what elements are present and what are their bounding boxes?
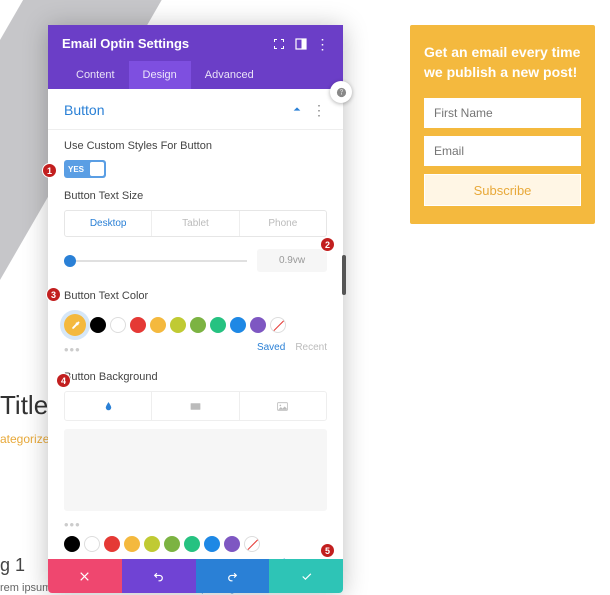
bg-gradient-tab[interactable] xyxy=(152,392,239,420)
use-custom-label: Use Custom Styles For Button xyxy=(64,140,327,152)
swatch-green[interactable] xyxy=(190,317,206,333)
eyedropper-button[interactable] xyxy=(64,314,86,336)
scrollbar[interactable] xyxy=(342,255,346,295)
tab-content[interactable]: Content xyxy=(62,61,129,89)
accordion-title[interactable]: Button xyxy=(64,102,104,118)
bg-preview[interactable] xyxy=(64,429,327,511)
swatch-none[interactable] xyxy=(270,317,286,333)
modal-title: Email Optin Settings xyxy=(62,36,189,51)
bg-swatch-white[interactable] xyxy=(84,536,100,552)
swatch-olive[interactable] xyxy=(170,317,186,333)
tab-design[interactable]: Design xyxy=(129,61,191,89)
undo-button[interactable] xyxy=(122,559,196,593)
tab-bar: Content Design Advanced xyxy=(62,61,329,89)
widget-heading: Get an email every time we publish a new… xyxy=(424,43,581,82)
callout-badge-1: 1 xyxy=(42,163,57,178)
tab-advanced[interactable]: Advanced xyxy=(191,61,268,89)
text-size-label: Button Text Size xyxy=(64,190,327,202)
bg-swatch-more[interactable]: ••• xyxy=(64,517,81,532)
seg-desktop[interactable]: Desktop xyxy=(65,211,152,236)
panel-icon[interactable] xyxy=(295,38,307,50)
swatch-purple[interactable] xyxy=(250,317,266,333)
background-label: Button Background xyxy=(64,371,327,383)
bg-image-tab[interactable] xyxy=(240,392,326,420)
bg-swatch-olive[interactable] xyxy=(144,536,160,552)
accordion-more-icon[interactable]: ⋮ xyxy=(312,107,327,113)
bg-swatch-orange[interactable] xyxy=(124,536,140,552)
bg-color-tab[interactable] xyxy=(65,392,152,420)
email-input[interactable] xyxy=(424,136,581,166)
seg-phone[interactable]: Phone xyxy=(240,211,326,236)
responsive-segment: Desktop Tablet Phone xyxy=(64,210,327,237)
use-custom-toggle[interactable]: YES xyxy=(64,160,106,178)
swatch-white[interactable] xyxy=(110,317,126,333)
cancel-button[interactable] xyxy=(48,559,122,593)
page-title: Title xyxy=(0,390,48,421)
help-circle-button[interactable] xyxy=(330,81,352,103)
swatch-orange[interactable] xyxy=(150,317,166,333)
swatch-light-green[interactable] xyxy=(210,317,226,333)
subscribe-button[interactable]: Subscribe xyxy=(424,174,581,206)
callout-badge-5: 5 xyxy=(320,543,335,558)
expand-icon[interactable] xyxy=(273,38,285,50)
bg-swatch-red[interactable] xyxy=(104,536,120,552)
email-optin-widget: Get an email every time we publish a new… xyxy=(410,25,595,224)
swatch-red[interactable] xyxy=(130,317,146,333)
page-category-link[interactable]: ategorize xyxy=(0,432,49,446)
bg-swatch-blue[interactable] xyxy=(204,536,220,552)
swatch-blue[interactable] xyxy=(230,317,246,333)
callout-badge-3: 3 xyxy=(46,287,61,302)
bg-swatch-purple[interactable] xyxy=(224,536,240,552)
first-name-input[interactable] xyxy=(424,98,581,128)
callout-badge-2: 2 xyxy=(320,237,335,252)
text-color-label: Button Text Color xyxy=(64,290,327,302)
bg-swatch-green[interactable] xyxy=(164,536,180,552)
seg-tablet[interactable]: Tablet xyxy=(152,211,239,236)
settings-modal: Email Optin Settings ⋮ Content Design Ad… xyxy=(48,25,343,593)
bg-swatch-none[interactable] xyxy=(244,536,260,552)
bg-swatch-light-green[interactable] xyxy=(184,536,200,552)
saved-tab[interactable]: Saved xyxy=(257,342,285,353)
save-button[interactable] xyxy=(269,559,343,593)
recent-tab[interactable]: Recent xyxy=(295,342,327,353)
page-heading: g 1 xyxy=(0,555,25,576)
text-size-value[interactable]: 0.9vw xyxy=(257,249,327,272)
bg-swatch-black[interactable] xyxy=(64,536,80,552)
text-size-slider[interactable] xyxy=(64,260,247,262)
callout-badge-4: 4 xyxy=(56,373,71,388)
more-icon[interactable]: ⋮ xyxy=(317,38,329,50)
swatch-more[interactable]: ••• xyxy=(64,342,81,357)
redo-button[interactable] xyxy=(196,559,270,593)
collapse-icon[interactable] xyxy=(292,101,302,119)
swatch-black[interactable] xyxy=(90,317,106,333)
